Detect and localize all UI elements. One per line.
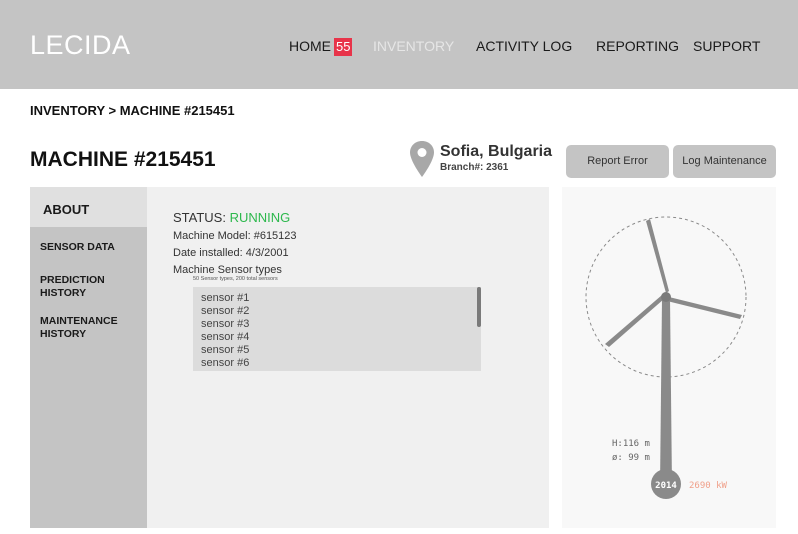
list-item[interactable]: sensor #6 [201,357,249,369]
turbine-blade [646,219,669,293]
branch-number: Branch#: 2361 [440,162,509,173]
sensor-summary: 50 Sensor types, 200 total sensors [193,276,278,282]
turbine-illustration-panel: H:116 m ø: 99 m 2014 2690 kW [562,187,776,528]
location-city: Sofia, Bulgaria [440,143,553,160]
sidebar-item-sensor-data[interactable]: SENSOR DATA [40,241,140,254]
turbine-year: 2014 [655,481,677,491]
machine-model: Machine Model: #615123 [173,230,297,242]
details-sidebar: ABOUT SENSOR DATA PREDICTION HISTORY MAI… [30,187,147,528]
sensor-list[interactable]: sensor #1 sensor #2 sensor #3 sensor #4 … [193,287,481,371]
turbine-power: 2690 kW [689,481,728,491]
date-installed: Date installed: 4/3/2001 [173,247,289,259]
turbine-blade [667,297,742,319]
turbine-diameter: ø: 99 m [612,453,650,463]
turbine-blade [605,295,664,347]
tab-about[interactable]: ABOUT [30,187,147,227]
page-title: MACHINE #215451 [30,148,216,171]
top-navigation-bar: LECIDA HOME 55 INVENTORY ACTIVITY LOG REP… [0,0,798,89]
report-error-button[interactable]: Report Error [566,145,669,178]
sidebar-item-prediction-history[interactable]: PREDICTION HISTORY [40,274,140,300]
list-item[interactable]: sensor #5 [201,344,249,356]
turbine-tower [660,298,672,487]
status-value: RUNNING [229,210,291,225]
wind-turbine-illustration: H:116 m ø: 99 m 2014 2690 kW [585,216,747,499]
nav-support[interactable]: SUPPORT [693,38,760,54]
nav-inventory[interactable]: INVENTORY [373,38,454,54]
sensor-types-label: Machine Sensor types [173,264,282,276]
status-label: STATUS: [173,210,230,225]
machine-details-panel: ABOUT SENSOR DATA PREDICTION HISTORY MAI… [30,187,549,528]
machine-status: STATUS: RUNNING [173,210,290,225]
nav-activity-log[interactable]: ACTIVITY LOG [476,38,572,54]
list-scrollbar[interactable] [477,287,481,327]
notification-badge: 55 [334,38,353,56]
list-item[interactable]: sensor #2 [201,305,249,317]
map-pin-icon [410,141,434,177]
breadcrumb[interactable]: INVENTORY > MACHINE #215451 [30,103,235,118]
logo[interactable]: LECIDA [30,30,131,61]
nav-home-label: HOME [289,38,331,54]
nav-home[interactable]: HOME 55 [289,38,353,56]
nav-reporting[interactable]: REPORTING [596,38,679,54]
sidebar-item-maintenance-history[interactable]: MAINTENANCE HISTORY [40,315,140,341]
turbine-height: H:116 m [612,439,650,449]
turbine-hub [661,292,671,302]
list-item[interactable]: sensor #1 [201,292,249,304]
list-item[interactable]: sensor #4 [201,331,249,343]
log-maintenance-button[interactable]: Log Maintenance [673,145,776,178]
list-item[interactable]: sensor #3 [201,318,249,330]
